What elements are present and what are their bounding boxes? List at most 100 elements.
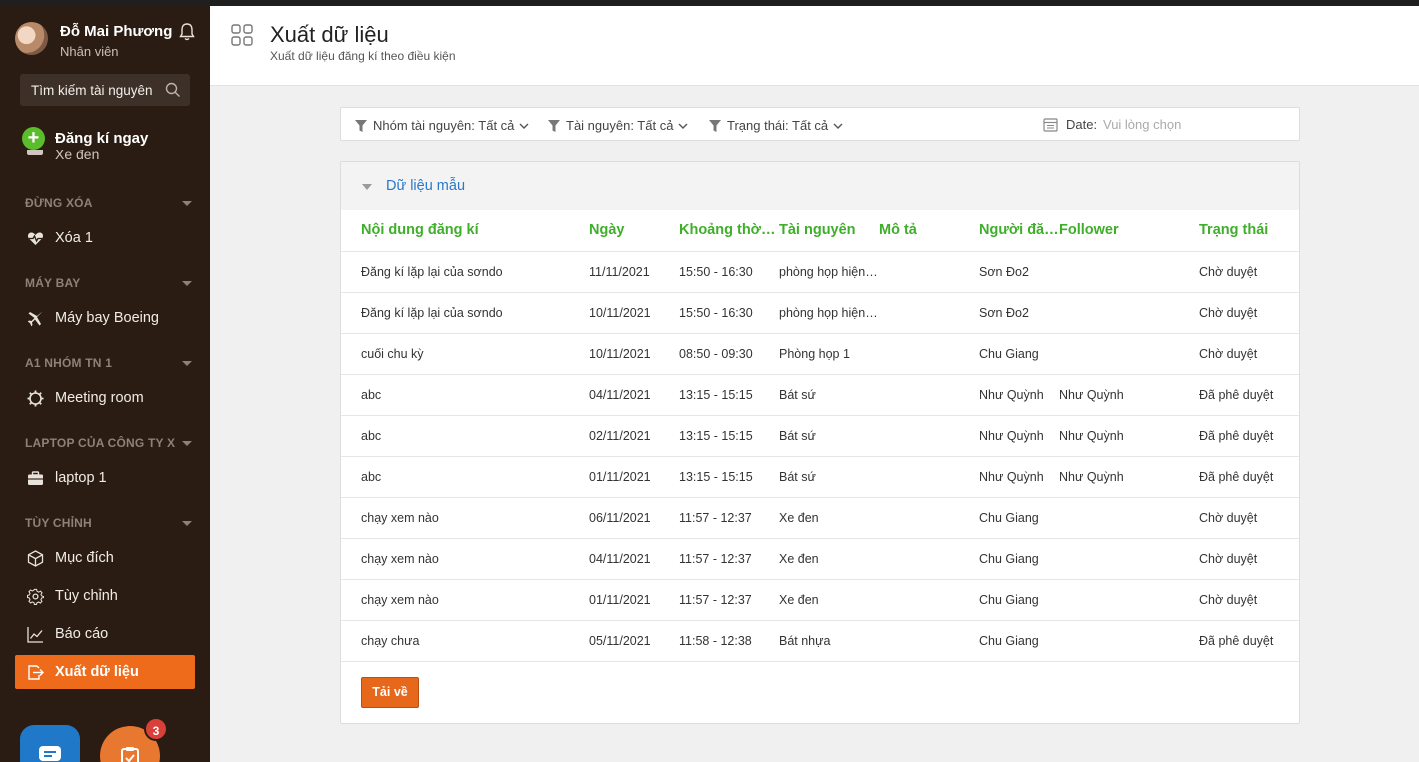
download-button[interactable]: Tải về [361,677,419,708]
apps-grid-icon[interactable] [231,24,253,46]
panel-header[interactable]: Dữ liệu mẫu [341,162,1299,210]
heartbeat-icon [27,232,44,245]
table-body: Đăng kí lặp lại của sơndo 11/11/2021 15:50… [341,251,1299,662]
table-row[interactable]: chạy xem nào 06/11/2021 11:57 - 12:37 Xe đe… [341,497,1299,539]
sidebar-item-muc-dich[interactable]: Mục đích [15,541,195,575]
table-cell: Chờ duyệt [1199,497,1299,539]
table-cell: 11/11/2021 [589,251,679,293]
table-cell: Đã phê duyệt [1199,374,1299,416]
table-cell: 01/11/2021 [589,579,679,621]
chevron-down-icon [678,123,688,129]
table-cell: Chờ duyệt [1199,333,1299,375]
table-cell: 02/11/2021 [589,415,679,457]
table-row[interactable]: chạy xem nào 01/11/2021 11:57 - 12:37 Xe đe… [341,579,1299,621]
group-header-a1-nhom-tn-1[interactable]: A1 NHÓM TN 1 [25,356,195,372]
table-cell: Chờ duyệt [1199,292,1299,334]
table-cell: Bát sứ [779,374,879,416]
table-cell [879,620,979,662]
table-cell: chạy chưa [341,620,589,662]
table-cell: 10/11/2021 [589,333,679,375]
table-row[interactable]: abc 02/11/2021 13:15 - 15:15 Bát sứ Như Quỳn… [341,415,1299,457]
table-cell: 05/11/2021 [589,620,679,662]
chat-button[interactable] [20,725,80,762]
sidebar-item-xuat-du-lieu[interactable]: Xuất dữ liệu [15,655,195,689]
group-header-may-bay[interactable]: MÁY BAY [25,276,195,292]
filter-label: Nhóm tài nguyên: Tất cả [373,118,515,134]
caret-down-icon [182,521,192,526]
filter-bar: Nhóm tài nguyên: Tất cả Tài nguyên: Tất … [340,107,1300,141]
filter-icon [355,119,367,132]
filter-icon [548,119,560,132]
calendar-icon[interactable] [1043,117,1058,132]
cube-icon [27,550,44,567]
avatar[interactable] [15,22,48,55]
table-cell: Như Quỳnh [1059,374,1199,416]
sidebar-item-xe-den[interactable]: Xe đen [27,150,197,168]
filter-resource[interactable]: Tài nguyên: Tất cả [548,117,688,133]
table-cell: Đã phê duyệt [1199,456,1299,498]
table-cell [1059,251,1199,293]
sidebar-item-meeting-room[interactable]: Meeting room [15,381,195,415]
caret-down-icon [182,441,192,446]
table-cell: 04/11/2021 [589,374,679,416]
register-now-button[interactable]: + Đăng kí ngay [22,126,202,152]
table-cell: 06/11/2021 [589,497,679,539]
table-cell: phòng họp hiện đại [779,251,879,293]
filter-status[interactable]: Trạng thái: Tất cả [709,117,843,133]
user-profile[interactable]: Đỗ Mai Phương Nhân viên [15,20,200,64]
table-cell [879,497,979,539]
table-row[interactable]: chạy chưa 05/11/2021 11:58 - 12:38 Bát nhựa… [341,620,1299,662]
table-row[interactable]: Đăng kí lặp lại của sơndo 11/11/2021 15:50… [341,251,1299,293]
sidebar-item-label: Xe đen [55,150,100,162]
chevron-down-icon [833,123,843,129]
column-header[interactable]: Khoảng thời gian [679,210,779,252]
column-header[interactable]: Follower [1059,210,1199,252]
filter-resource-group[interactable]: Nhóm tài nguyên: Tất cả [355,117,529,133]
column-header[interactable]: Nội dung đăng kí [341,210,589,252]
search-icon[interactable] [165,82,181,98]
table-cell: Chu Giang [979,538,1059,580]
column-header[interactable]: Tài nguyên [779,210,879,252]
table-cell [1059,292,1199,334]
sidebar-item-label: laptop 1 [55,470,107,486]
group-header-dung-xoa[interactable]: ĐỪNG XÓA [25,196,195,212]
column-header[interactable]: Trạng thái [1199,210,1299,252]
sidebar-item-xoa-1[interactable]: Xóa 1 [15,221,195,255]
table-cell: Chu Giang [979,497,1059,539]
table-cell: Như Quỳnh [979,415,1059,457]
table-cell: Chờ duyệt [1199,579,1299,621]
register-label: Đăng kí ngay [55,130,149,147]
sidebar-item-label: Báo cáo [55,626,109,642]
table-cell [879,333,979,375]
date-picker-input[interactable]: Vui lòng chọn [1103,117,1181,132]
table-cell [1059,620,1199,662]
table-row[interactable]: cuối chu kỳ 10/11/2021 08:50 - 09:30 Phòng … [341,333,1299,375]
sidebar-item-laptop-1[interactable]: laptop 1 [15,461,195,495]
bell-icon[interactable] [178,22,196,42]
table-row[interactable]: Đăng kí lặp lại của sơndo 10/11/2021 15:50… [341,292,1299,334]
table-cell [879,374,979,416]
table-row[interactable]: chạy xem nào 04/11/2021 11:57 - 12:37 Xe đe… [341,538,1299,580]
sidebar-item-tuy-chinh[interactable]: Tùy chỉnh [15,579,195,613]
clipboard-check-icon [121,747,139,762]
column-header[interactable]: Ngày [589,210,679,252]
column-header[interactable]: Mô tả [879,210,979,252]
table-cell: Sơn Đo2 [979,292,1059,334]
sidebar-item-label: Tùy chỉnh [55,588,118,604]
table-cell: 01/11/2021 [589,456,679,498]
table-cell [879,456,979,498]
sidebar-item-bao-cao[interactable]: Báo cáo [15,617,195,651]
group-header-laptop-cong-ty-x[interactable]: LAPTOP CỦA CÔNG TY X [25,436,195,452]
table-row[interactable]: abc 01/11/2021 13:15 - 15:15 Bát sứ Như Quỳn… [341,456,1299,498]
table-cell: Xe đen [779,579,879,621]
group-header-tuy-chinh[interactable]: TÙY CHỈNH [25,516,195,532]
caret-down-icon [182,361,192,366]
column-header[interactable]: Người đăng kí [979,210,1059,252]
user-role: Nhân viên [60,44,119,59]
search-input[interactable]: Tìm kiếm tài nguyên [20,74,190,106]
sidebar-item-may-bay-boeing[interactable]: Máy bay Boeing [15,301,195,335]
table-cell: Chu Giang [979,579,1059,621]
table-row[interactable]: abc 04/11/2021 13:15 - 15:15 Bát sứ Như Quỳn… [341,374,1299,416]
caret-down-icon[interactable] [362,184,372,190]
gear-icon [27,390,44,407]
